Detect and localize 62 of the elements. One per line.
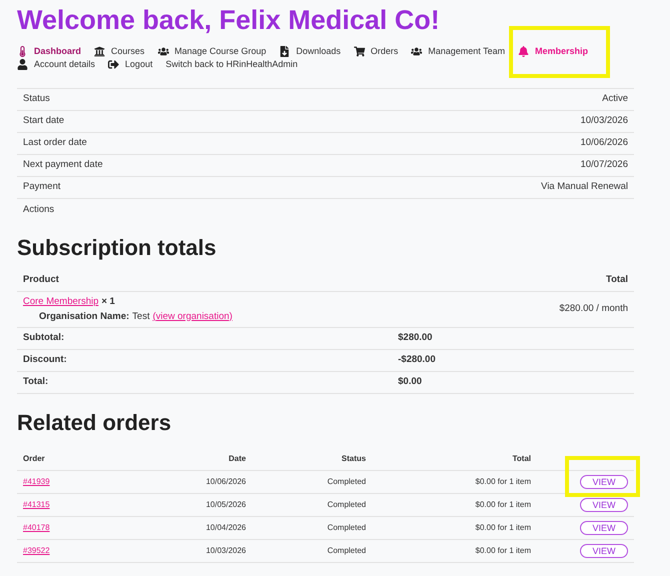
order-status: Completed bbox=[252, 470, 372, 493]
nav-link[interactable]: Logout bbox=[108, 58, 153, 71]
column-header: Product bbox=[17, 270, 392, 292]
detail-label: Start date bbox=[17, 110, 314, 132]
nav-link[interactable]: Membership bbox=[518, 45, 588, 58]
nav-link[interactable]: Orders bbox=[354, 45, 398, 58]
detail-label: Last order date bbox=[17, 132, 314, 154]
detail-value: 10/06/2026 bbox=[314, 132, 634, 154]
section-heading: Subscription totals bbox=[17, 234, 218, 262]
totals-label: Subtotal: bbox=[17, 328, 392, 350]
order-link[interactable]: #41315 bbox=[23, 500, 50, 508]
order-date: 10/03/2026 bbox=[117, 539, 252, 562]
nav-link[interactable]: Courses bbox=[94, 45, 145, 58]
detail-value: Via Manual Renewal bbox=[314, 176, 634, 198]
nav-link[interactable]: Manage Course Group bbox=[158, 45, 266, 58]
order-date: 10/04/2026 bbox=[117, 516, 252, 539]
view-button[interactable]: VIEW bbox=[580, 498, 628, 512]
nav-link[interactable]: Account details bbox=[17, 58, 96, 71]
detail-value: Active bbox=[314, 88, 634, 110]
nav-link[interactable]: Management Team bbox=[411, 45, 506, 58]
detail-label: Actions bbox=[17, 198, 314, 220]
meta-value: Test bbox=[132, 310, 150, 324]
column-header: Total bbox=[392, 270, 634, 292]
order-total: $0.00 for 1 item bbox=[372, 516, 537, 539]
page-title: Welcome back, Felix Medical Co! bbox=[17, 4, 441, 37]
totals-value: $0.00 bbox=[392, 372, 634, 394]
view-organisation-link[interactable]: (view organisation) bbox=[152, 310, 232, 324]
detail-value: 10/07/2026 bbox=[314, 154, 634, 176]
column-header: Status bbox=[252, 448, 372, 470]
order-link[interactable]: #41939 bbox=[23, 476, 50, 486]
view-button[interactable]: VIEW bbox=[580, 520, 628, 534]
detail-value: 10/03/2026 bbox=[314, 110, 634, 132]
totals-label: Discount: bbox=[17, 350, 392, 372]
view-button[interactable]: VIEW bbox=[580, 474, 628, 488]
view-button[interactable]: VIEW bbox=[580, 544, 628, 558]
totals-label: Total: bbox=[17, 372, 392, 394]
product-link[interactable]: Core Membership bbox=[23, 295, 98, 310]
column-header: Date bbox=[117, 448, 252, 470]
order-date: 10/05/2026 bbox=[117, 493, 252, 516]
order-status: Completed bbox=[252, 493, 372, 516]
quantity: × 1 bbox=[102, 295, 115, 310]
nav-link[interactable]: Switch back to HRinHealthAdmin bbox=[166, 58, 298, 71]
totals-value: $280.00 bbox=[392, 328, 634, 350]
column-header: Order bbox=[17, 448, 117, 470]
nav-link[interactable]: Downloads bbox=[279, 45, 341, 58]
order-link[interactable]: #39522 bbox=[23, 546, 50, 554]
detail-label: Payment bbox=[17, 176, 314, 198]
column-header: Total bbox=[372, 448, 537, 470]
product-total: $280.00 / month bbox=[392, 292, 634, 328]
totals-value: -$280.00 bbox=[392, 350, 634, 372]
order-date: 10/06/2026 bbox=[117, 470, 252, 493]
order-total: $0.00 for 1 item bbox=[372, 539, 537, 562]
order-link[interactable]: #40178 bbox=[23, 522, 50, 532]
order-total: $0.00 for 1 item bbox=[372, 470, 537, 493]
meta-label: Organisation Name: bbox=[39, 310, 130, 324]
detail-label: Status bbox=[17, 88, 314, 110]
detail-label: Next payment date bbox=[17, 154, 314, 176]
section-heading: Related orders bbox=[17, 409, 172, 437]
order-status: Completed bbox=[252, 516, 372, 539]
order-total: $0.00 for 1 item bbox=[372, 493, 537, 516]
order-status: Completed bbox=[252, 539, 372, 562]
nav-link[interactable]: Dashboard bbox=[17, 45, 82, 58]
